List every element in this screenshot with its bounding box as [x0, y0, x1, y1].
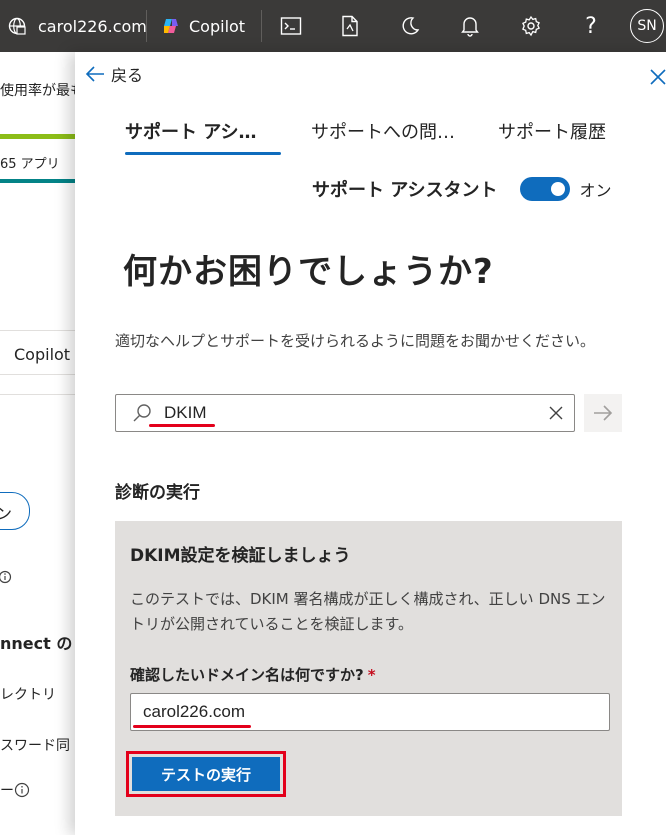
- diagnostics-title: 診断の実行: [115, 483, 200, 503]
- bg-usage-text: 使用率が最も: [0, 83, 80, 99]
- active-tab-indicator: [125, 152, 281, 155]
- bg-password-text: スワード同: [0, 738, 70, 754]
- support-panel: 戻る サポート アシ… サポートへの問… サポート履歴 サポート アシスタント …: [75, 52, 666, 835]
- tab-support-assistant[interactable]: サポート アシ…: [125, 118, 257, 144]
- bg-connect-heading: nnect の: [0, 634, 73, 653]
- top-bar: carol226.com Copilot ? SN: [0, 0, 666, 52]
- page-title: 何かお困りでしょうか?: [123, 252, 494, 292]
- moon-icon[interactable]: [394, 0, 426, 52]
- search-input[interactable]: [164, 401, 524, 425]
- domain-field-label-text: 確認したいドメイン名は何ですか?: [130, 666, 364, 684]
- back-button[interactable]: 戻る: [85, 62, 143, 86]
- close-icon[interactable]: [649, 68, 666, 90]
- domain-label[interactable]: carol226.com: [38, 0, 147, 52]
- bg-dash-text: ー: [0, 783, 14, 799]
- divider: [0, 330, 80, 331]
- copilot-logo-icon[interactable]: [160, 0, 182, 52]
- required-marker: *: [367, 666, 376, 684]
- search-icon: [133, 404, 151, 422]
- divider: [0, 394, 80, 395]
- toggle-knob: [550, 182, 565, 196]
- copilot-label[interactable]: Copilot: [189, 0, 245, 52]
- bg-directory-text: レクトリ: [0, 687, 56, 703]
- annotation-underline: [149, 424, 215, 427]
- run-test-button[interactable]: テストの実行: [132, 757, 280, 791]
- annotation-underline: [133, 725, 251, 728]
- help-description: 適切なヘルプとサポートを受けられるように問題をお聞かせください。: [115, 332, 596, 350]
- diagnostic-description: このテストでは、DKIM 署名構成が正しく構成され、正しい DNS エントリが公…: [130, 590, 606, 633]
- bg-progress-green: [0, 134, 80, 139]
- avatar[interactable]: SN: [630, 9, 664, 43]
- toggle-label: サポート アシスタント: [312, 180, 498, 201]
- assistant-toggle-row: サポート アシスタント オン: [312, 176, 612, 202]
- bell-icon[interactable]: [454, 0, 486, 52]
- bg-progress-teal: [0, 179, 80, 183]
- tab-bar: サポート アシ… サポートへの問… サポート履歴: [125, 112, 645, 156]
- divider: [146, 10, 147, 42]
- bg-copilot-tab[interactable]: Copilot: [14, 345, 70, 364]
- info-icon: [14, 782, 30, 802]
- gear-icon[interactable]: [515, 0, 547, 52]
- clear-icon[interactable]: [548, 405, 564, 421]
- tab-support-request[interactable]: サポートへの問…: [311, 118, 455, 144]
- back-label: 戻る: [111, 66, 144, 85]
- arrow-left-icon: [85, 66, 104, 82]
- bg-apps-text: 65 アプリ: [0, 157, 60, 172]
- help-icon[interactable]: ?: [575, 0, 607, 52]
- arrow-right-icon: [594, 405, 613, 421]
- divider: [261, 10, 262, 42]
- search-submit-button[interactable]: [584, 394, 622, 432]
- divider: [0, 374, 80, 375]
- diagnostic-card: DKIM設定を検証しましょう このテストでは、DKIM 署名構成が正しく構成され…: [115, 521, 622, 816]
- background-page: 使用率が最も 65 アプリ Copilot ン nnect の レクトリ スワー…: [0, 52, 80, 835]
- document-icon[interactable]: [334, 0, 366, 52]
- domain-field-label: 確認したいドメイン名は何ですか? *: [130, 664, 376, 685]
- diagnostic-title: DKIM設定を検証しましょう: [130, 546, 351, 566]
- building-icon: [6, 0, 28, 52]
- assistant-toggle[interactable]: [519, 177, 570, 201]
- terminal-icon[interactable]: [275, 0, 307, 52]
- bg-pill-text: ン: [0, 504, 13, 523]
- tab-support-history[interactable]: サポート履歴: [498, 118, 606, 144]
- toggle-state-text: オン: [579, 181, 612, 200]
- info-icon: [0, 569, 14, 588]
